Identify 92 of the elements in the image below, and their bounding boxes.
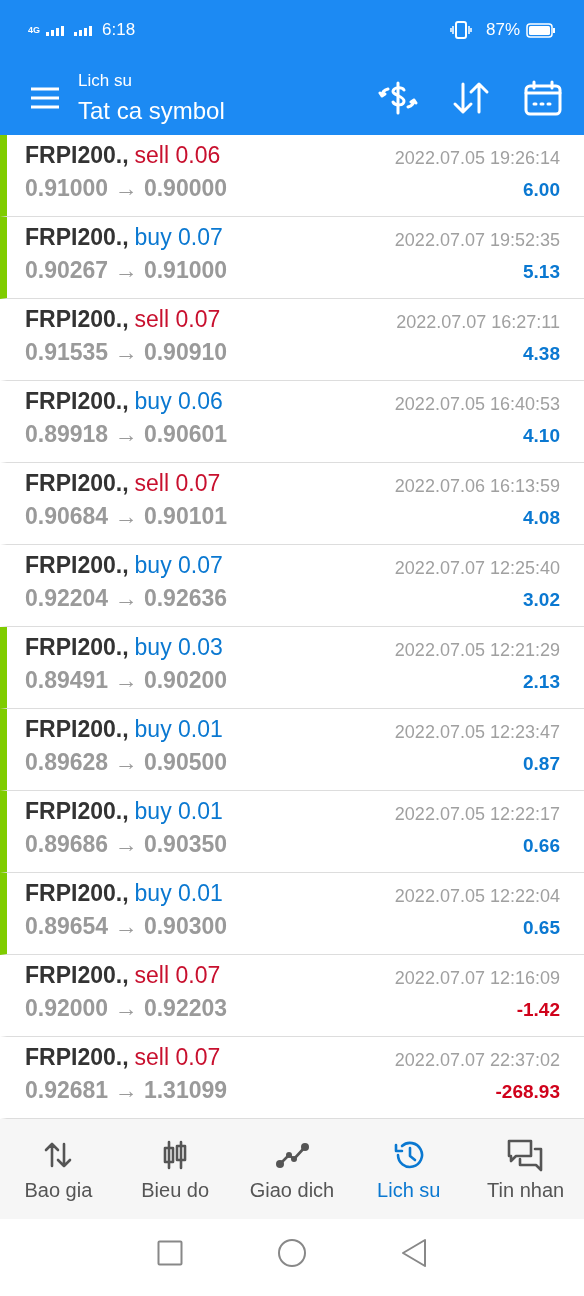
price-range: 0.89628 → 0.90500 xyxy=(25,749,228,776)
trade-label: sell 0.07 xyxy=(134,962,221,989)
symbol-label: FRPI200., xyxy=(25,142,129,169)
trade-row[interactable]: FRPI200., buy 0.01 0.89654 → 0.90300 2022.07.05 12:22:04 0.65 xyxy=(0,873,584,955)
trade-time: 2022.07.07 16:27:11 xyxy=(396,312,560,333)
nav-tab[interactable]: Tin nhan xyxy=(467,1119,584,1219)
price-range: 0.92681 → 1.31099 xyxy=(25,1077,228,1104)
symbol-label: FRPI200., xyxy=(25,552,129,579)
price-range: 0.91000 → 0.90000 xyxy=(25,175,228,202)
trade-time: 2022.07.05 19:26:14 xyxy=(394,148,560,169)
home-button[interactable] xyxy=(277,1238,307,1268)
screen-subtitle: Lich su xyxy=(78,70,133,91)
trade-time: 2022.07.05 12:22:04 xyxy=(394,886,560,907)
symbol-label: FRPI200., xyxy=(25,224,129,251)
price-range: 0.89491 → 0.90200 xyxy=(25,667,228,694)
arrows-icon xyxy=(43,1140,74,1169)
trade-label: buy 0.01 xyxy=(134,798,223,825)
profit-value: 0.87 xyxy=(523,753,560,775)
profit-value: 6.00 xyxy=(523,179,560,201)
price-range: 0.92000 → 0.92203 xyxy=(25,995,228,1022)
menu-icon[interactable] xyxy=(30,86,60,109)
profit-value: 0.66 xyxy=(523,835,560,857)
profit-value: 2.13 xyxy=(523,671,560,693)
symbol-label: FRPI200., xyxy=(25,306,129,333)
trade-row[interactable]: FRPI200., sell 0.07 0.92000 → 0.92203 2022.07.07 12:16:09 -1.42 xyxy=(0,955,584,1037)
trade-label: sell 0.07 xyxy=(134,470,221,497)
currency-exchange-icon[interactable] xyxy=(378,79,418,116)
profit-value: -1.42 xyxy=(516,999,560,1021)
trade-label: buy 0.01 xyxy=(134,716,223,743)
trade-row[interactable]: FRPI200., buy 0.01 0.89686 → 0.90350 2022.07.05 12:22:17 0.66 xyxy=(0,791,584,873)
screen-title[interactable]: Tat ca symbol xyxy=(78,96,344,125)
trade-label: sell 0.07 xyxy=(134,1044,221,1071)
nav-tab[interactable]: Bao gia xyxy=(0,1119,117,1219)
symbol-label: FRPI200., xyxy=(25,798,129,825)
profit-value: 3.02 xyxy=(523,589,560,611)
nav-tab[interactable]: Giao dich xyxy=(233,1119,351,1219)
trade-row[interactable]: FRPI200., sell 0.06 0.91000 → 0.90000 2022.07.05 19:26:14 6.00 xyxy=(0,135,584,217)
network-label: 4G xyxy=(28,25,40,35)
symbol-label: FRPI200., xyxy=(25,962,129,989)
price-range: 0.92204 → 0.92636 xyxy=(25,585,228,612)
line-chart-icon xyxy=(275,1140,309,1169)
recent-apps-button[interactable] xyxy=(157,1240,183,1266)
trade-time: 2022.07.07 12:25:40 xyxy=(394,558,560,579)
symbol-label: FRPI200., xyxy=(25,716,129,743)
vibrate-icon xyxy=(449,21,472,39)
battery-icon xyxy=(526,22,556,38)
trade-label: sell 0.06 xyxy=(134,142,221,169)
nav-tab[interactable]: Bieu do xyxy=(116,1119,234,1219)
trade-row[interactable]: FRPI200., sell 0.07 0.91535 → 0.90910 2022.07.07 16:27:11 4.38 xyxy=(0,299,584,381)
profit-value: 5.13 xyxy=(523,261,560,283)
price-range: 0.90267 → 0.91000 xyxy=(25,257,228,284)
trade-time: 2022.07.05 16:40:53 xyxy=(394,394,560,415)
sort-icon[interactable] xyxy=(452,80,490,115)
price-range: 0.89654 → 0.90300 xyxy=(25,913,228,940)
calendar-icon[interactable] xyxy=(524,79,562,116)
trade-time: 2022.07.06 16:13:59 xyxy=(394,476,560,497)
trade-time: 2022.07.05 12:23:47 xyxy=(394,722,560,743)
profit-value: 4.10 xyxy=(523,425,560,447)
price-range: 0.91535 → 0.90910 xyxy=(25,339,228,366)
symbol-label: FRPI200., xyxy=(25,470,129,497)
trade-time: 2022.07.05 12:22:17 xyxy=(394,804,560,825)
trade-label: buy 0.07 xyxy=(134,552,223,579)
trade-time: 2022.07.05 12:21:29 xyxy=(394,640,560,661)
trade-row[interactable]: FRPI200., buy 0.06 0.89918 → 0.90601 2022.07.05 16:40:53 4.10 xyxy=(0,381,584,463)
profit-value: 0.65 xyxy=(523,917,560,939)
trade-row[interactable]: FRPI200., buy 0.07 0.92204 → 0.92636 2022.07.07 12:25:40 3.02 xyxy=(0,545,584,627)
nav-tab[interactable]: Lich su xyxy=(350,1119,468,1219)
trade-row[interactable]: FRPI200., buy 0.01 0.89628 → 0.90500 2022.07.05 12:23:47 0.87 xyxy=(0,709,584,791)
trade-time: 2022.07.07 19:52:35 xyxy=(394,230,560,251)
profit-value: -268.93 xyxy=(495,1081,560,1103)
profit-value: 4.08 xyxy=(523,507,560,529)
trade-time: 2022.07.07 12:16:09 xyxy=(394,968,560,989)
back-button[interactable] xyxy=(401,1238,427,1268)
trade-label: buy 0.07 xyxy=(134,224,223,251)
symbol-label: FRPI200., xyxy=(25,388,129,415)
trade-time: 2022.07.07 22:37:02 xyxy=(394,1050,560,1071)
trade-label: sell 0.07 xyxy=(134,306,221,333)
clock-time: 6:18 xyxy=(102,20,136,40)
trade-row[interactable]: FRPI200., sell 0.07 0.90684 → 0.90101 2022.07.06 16:13:59 4.08 xyxy=(0,463,584,545)
trade-row[interactable]: FRPI200., buy 0.07 0.90267 → 0.91000 2022.07.07 19:52:35 5.13 xyxy=(0,217,584,299)
trade-label: buy 0.01 xyxy=(134,880,223,907)
symbol-label: FRPI200., xyxy=(25,634,129,661)
symbol-label: FRPI200., xyxy=(25,880,129,907)
price-range: 0.90684 → 0.90101 xyxy=(25,503,228,530)
price-range: 0.89686 → 0.90350 xyxy=(25,831,228,858)
battery-percent: 87% xyxy=(485,20,520,40)
symbol-label: FRPI200., xyxy=(25,1044,129,1071)
profit-value: 4.38 xyxy=(523,343,560,365)
trade-label: buy 0.03 xyxy=(134,634,223,661)
trade-label: buy 0.06 xyxy=(134,388,223,415)
price-range: 0.89918 → 0.90601 xyxy=(25,421,228,448)
trade-row[interactable]: FRPI200., buy 0.03 0.89491 → 0.90200 2022.07.05 12:21:29 2.13 xyxy=(0,627,584,709)
